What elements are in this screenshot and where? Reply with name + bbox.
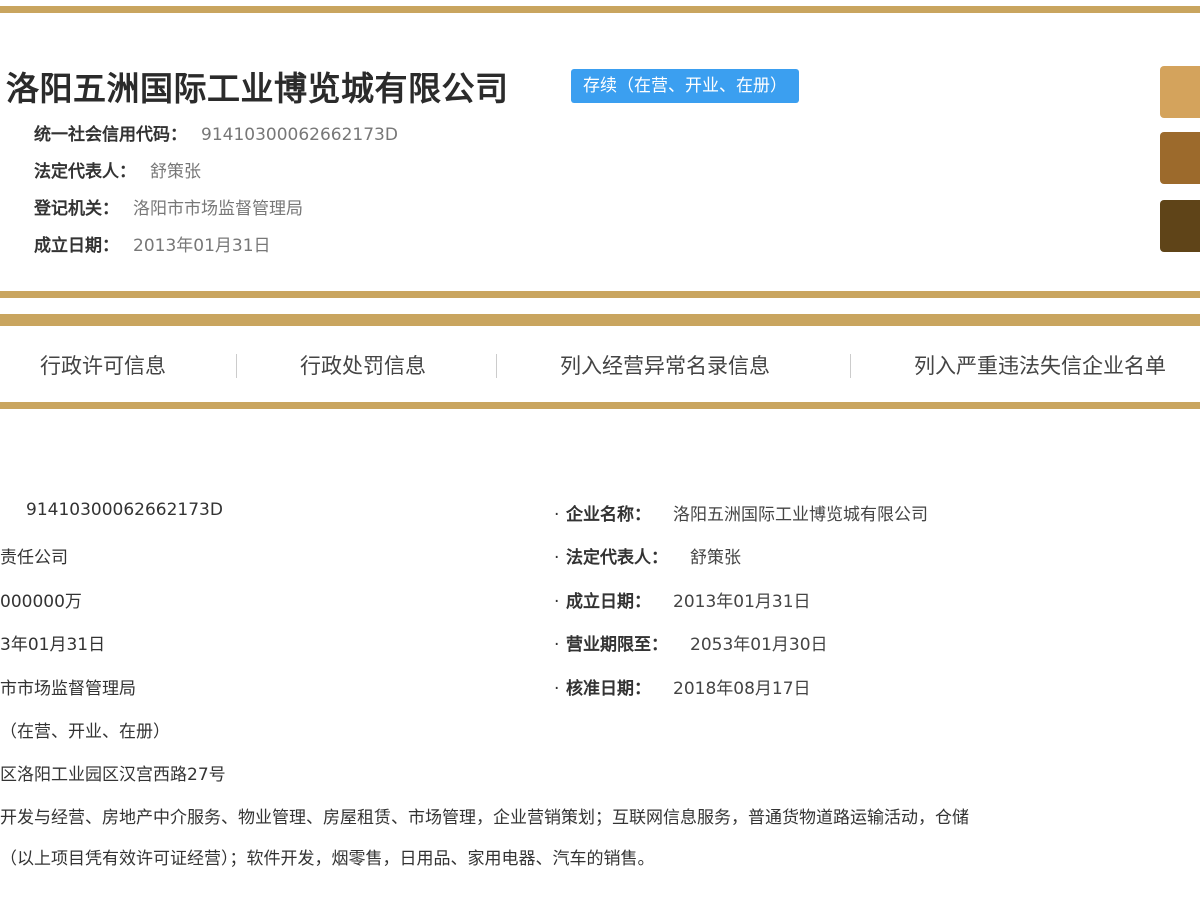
detail-left-value: （在营、开业、在册） xyxy=(0,722,170,742)
info-legal-rep: 法定代表人： 舒策张 xyxy=(34,157,201,182)
detail-left-value: 市市场监督管理局 xyxy=(0,679,136,699)
tab-divider xyxy=(496,354,497,378)
detail-label: 营业期限至： xyxy=(566,635,668,655)
tab-administrative-license[interactable]: 行政许可信息 xyxy=(40,326,166,406)
tab-divider xyxy=(850,354,851,378)
bullet: · xyxy=(554,592,560,612)
bullet: · xyxy=(554,548,560,568)
info-value: 2013年01月31日 xyxy=(133,236,271,256)
business-scope: 开发与经营、房地产中介服务、物业管理、房屋租赁、市场管理，企业营销策划；互联网信… xyxy=(0,803,1200,883)
tab-serious-violation-list[interactable]: 列入严重违法失信企业名单 xyxy=(914,326,1166,406)
side-action-button-1[interactable] xyxy=(1160,66,1200,118)
detail-value: 洛阳五洲国际工业博览城有限公司 xyxy=(673,505,928,525)
status-badge: 存续（在营、开业、在册） xyxy=(571,69,799,103)
tab-divider xyxy=(236,354,237,378)
business-scope-line: 开发与经营、房地产中介服务、物业管理、房屋租赁、市场管理，企业营销策划；互联网信… xyxy=(0,808,969,828)
detail-company-name: · 企业名称： 洛阳五洲国际工业博览城有限公司 xyxy=(554,500,928,525)
bullet: · xyxy=(554,635,560,655)
top-gold-bar xyxy=(0,6,1200,13)
detail-established-date: · 成立日期： 2013年01月31日 xyxy=(554,587,811,612)
info-label: 法定代表人： xyxy=(34,162,136,182)
detail-label: 核准日期： xyxy=(566,679,651,699)
detail-label: 企业名称： xyxy=(566,505,651,525)
bullet: · xyxy=(554,505,560,525)
detail-value: 舒策张 xyxy=(690,548,741,568)
info-established-date: 成立日期： 2013年01月31日 xyxy=(34,231,271,256)
detail-left-value: 000000万 xyxy=(0,592,82,612)
tabs-bottom-bar xyxy=(0,402,1200,409)
tabs-top-bar xyxy=(0,314,1200,326)
company-title: 洛阳五洲国际工业博览城有限公司 xyxy=(6,69,509,108)
info-credit-code: 统一社会信用代码： 91410300062662173D xyxy=(34,120,398,145)
tab-abnormal-operations[interactable]: 列入经营异常名录信息 xyxy=(560,326,770,406)
bullet: · xyxy=(554,679,560,699)
detail-value: 2018年08月17日 xyxy=(673,679,811,699)
info-label: 登记机关： xyxy=(34,199,119,219)
header-bottom-bar xyxy=(0,291,1200,298)
info-value: 舒策张 xyxy=(150,162,201,182)
detail-label: 成立日期： xyxy=(566,592,651,612)
tab-administrative-penalty[interactable]: 行政处罚信息 xyxy=(300,326,426,406)
info-registration-authority: 登记机关： 洛阳市市场监督管理局 xyxy=(34,194,303,219)
info-value: 洛阳市市场监督管理局 xyxy=(133,199,303,219)
detail-legal-rep: · 法定代表人： 舒策张 xyxy=(554,543,741,568)
business-scope-line: （以上项目凭有效许可证经营）；软件开发，烟零售，日用品、家用电器、汽车的销售。 xyxy=(0,849,655,869)
info-value: 91410300062662173D xyxy=(201,125,398,145)
info-label: 成立日期： xyxy=(34,236,119,256)
detail-left-value: 责任公司 xyxy=(0,548,68,568)
detail-approval-date: · 核准日期： 2018年08月17日 xyxy=(554,674,811,699)
detail-left-value: 91410300062662173D xyxy=(26,500,223,520)
side-action-button-3[interactable] xyxy=(1160,200,1200,252)
detail-value: 2053年01月30日 xyxy=(690,635,828,655)
info-tabs: 行政许可信息 行政处罚信息 列入经营异常名录信息 列入严重违法失信企业名单 xyxy=(0,326,1200,406)
side-action-button-2[interactable] xyxy=(1160,132,1200,184)
detail-left-value: 3年01月31日 xyxy=(0,635,106,655)
detail-left-value: 区洛阳工业园区汉宫西路27号 xyxy=(0,765,226,785)
detail-label: 法定代表人： xyxy=(566,548,668,568)
detail-value: 2013年01月31日 xyxy=(673,592,811,612)
detail-business-term: · 营业期限至： 2053年01月30日 xyxy=(554,630,828,655)
info-label: 统一社会信用代码： xyxy=(34,125,187,145)
